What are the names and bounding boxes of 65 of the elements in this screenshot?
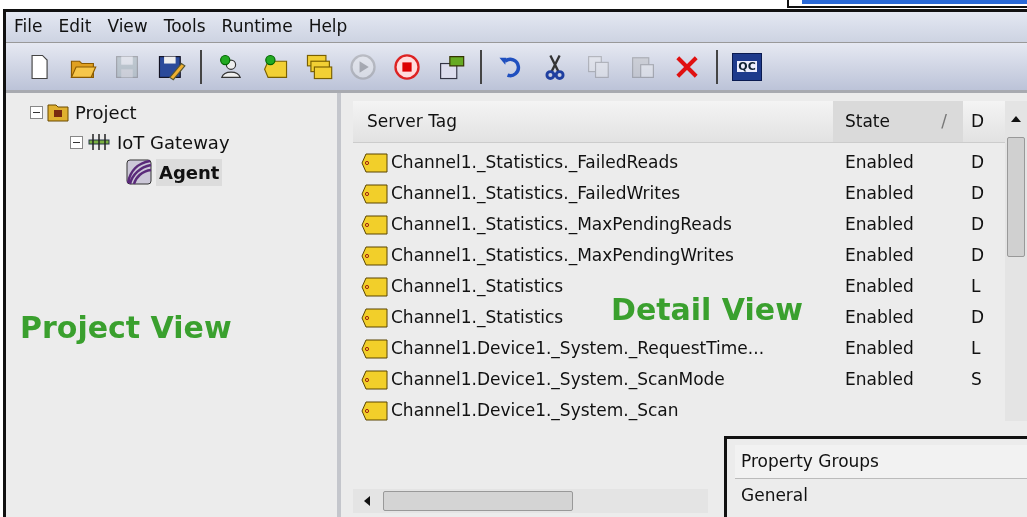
tag-name: Channel1._Statistics <box>391 274 564 299</box>
column-title: State <box>845 109 890 133</box>
table-cell-text: D <box>970 150 985 174</box>
tag-name: Channel1._Statistics._FailedWrites <box>391 181 681 206</box>
tag-icon <box>361 399 389 422</box>
tag-name: Channel1.Device1._System._ScanMode <box>391 367 725 392</box>
property-header: Property Groups <box>735 445 1027 479</box>
vertical-scrollbar[interactable] <box>1005 101 1027 421</box>
folder-chip-icon <box>47 102 69 122</box>
table-cell-text: Enabled <box>844 274 915 298</box>
collapse-toggle-icon[interactable] <box>70 135 83 149</box>
annotation-label: Detail View <box>611 293 803 327</box>
table-cell-text: D <box>970 212 985 236</box>
scroll-thumb[interactable] <box>1007 137 1025 257</box>
table-cell-text: D <box>970 243 985 267</box>
table-cell-text: Enabled <box>844 243 915 267</box>
menu-item[interactable]: View <box>107 14 148 40</box>
tag-name: Channel1.Device1._System._RequestTime... <box>391 336 765 361</box>
stop-icon[interactable] <box>392 51 422 82</box>
menu-item[interactable]: Tools <box>163 14 206 40</box>
network-node-icon <box>87 132 111 152</box>
tag-icon <box>361 244 389 267</box>
scroll-left-arrow-icon[interactable] <box>363 496 371 506</box>
tag-icon <box>361 337 389 360</box>
tag-icon <box>361 306 389 329</box>
tag-icon <box>361 182 389 205</box>
table-cell-text: S <box>970 367 982 391</box>
tag-icon <box>361 368 389 391</box>
tree-item[interactable]: Project <box>73 98 139 126</box>
tag-icon <box>361 151 389 174</box>
tag-name: Channel1._Statistics._MaxPendingReads <box>391 212 732 237</box>
table-cell-text: Enabled <box>844 305 915 329</box>
tag-icon <box>361 275 389 298</box>
column-header[interactable]: D <box>963 108 985 135</box>
table-cell-text: L <box>970 336 981 360</box>
property-group-item[interactable]: General <box>735 479 1027 509</box>
table-cell-text: Enabled <box>844 212 915 236</box>
menu-item[interactable]: File <box>14 14 43 40</box>
table-cell-text: L <box>970 274 981 298</box>
scroll-up-arrow-icon[interactable] <box>1011 115 1021 123</box>
table-cell-text: Enabled <box>844 181 915 205</box>
menu-item[interactable]: Help <box>308 14 348 40</box>
horizontal-scrollbar[interactable] <box>353 489 708 513</box>
menu-item[interactable]: Edit <box>58 14 92 40</box>
collapse-toggle-icon[interactable] <box>30 105 43 119</box>
quick-client-button[interactable]: QC <box>732 52 762 81</box>
column-header[interactable]: Server Tag <box>353 108 833 135</box>
agent-icon <box>126 159 152 185</box>
table-cell-text: D <box>970 305 985 329</box>
table-cell-text: Enabled <box>844 367 915 391</box>
scroll-thumb[interactable] <box>383 491 573 511</box>
tag-name: Channel1._Statistics._MaxPendingWrites <box>391 243 734 268</box>
menu-item[interactable]: Runtime <box>221 14 293 40</box>
table-cell-text: Enabled <box>844 150 915 174</box>
tree-item[interactable]: IoT Gateway <box>115 128 232 156</box>
table-cell-text: D <box>970 181 985 205</box>
annotation-label: Project View <box>20 309 233 347</box>
tag-icon <box>361 213 389 236</box>
tag-name: Channel1._Statistics._FailedReads <box>391 150 679 175</box>
column-header[interactable]: State / <box>833 101 963 142</box>
tag-name: Channel1.Device1._System._Scan <box>391 398 679 423</box>
tree-item[interactable]: Agent <box>156 158 223 186</box>
sort-indicator: / <box>941 109 947 133</box>
tag-name: Channel1._Statistics <box>391 305 564 330</box>
table-cell-text: Enabled <box>844 336 915 360</box>
